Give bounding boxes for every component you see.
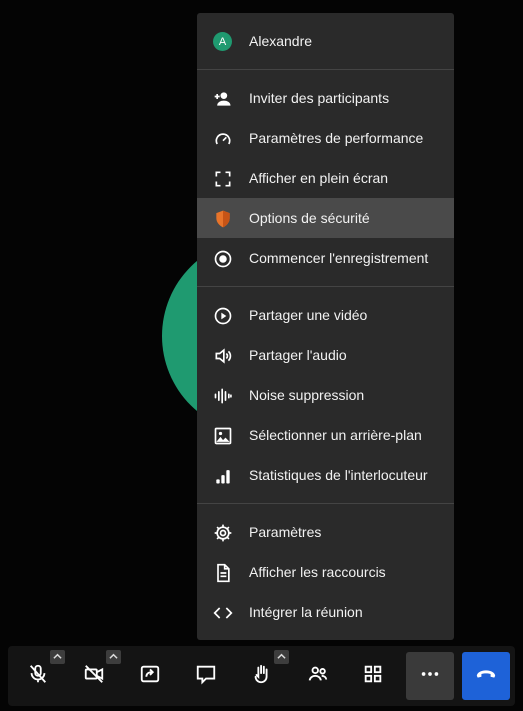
menu-item-shortcuts[interactable]: Afficher les raccourcis [197,552,454,592]
chat-icon [195,663,217,690]
chat-button[interactable] [182,652,230,700]
play-circle-icon [212,305,233,326]
signal-bars-icon [212,465,233,486]
code-icon [212,602,233,623]
menu-item-invite[interactable]: Inviter des participants [197,78,454,118]
menu-item-embed[interactable]: Intégrer la réunion [197,592,454,632]
menu-item-label: Sélectionner un arrière-plan [249,427,422,443]
reactions-toggle[interactable] [274,650,289,664]
tile-view-button[interactable] [349,652,397,700]
menu-item-label: Partager l'audio [249,347,347,363]
microphone-muted-icon [27,663,49,690]
raise-hand-icon [251,663,273,690]
chevron-up-icon [109,648,118,666]
gauge-icon [212,128,233,149]
user-avatar: A [212,31,233,52]
document-icon [212,562,233,583]
chevron-up-icon [277,648,286,666]
camera-off-icon [83,663,105,690]
menu-item-performance[interactable]: Paramètres de performance [197,118,454,158]
menu-item-background[interactable]: Sélectionner un arrière-plan [197,415,454,455]
menu-item-label: Paramètres [249,524,322,540]
more-actions-menu: A Alexandre Inviter des participants Par… [197,13,454,640]
participants-button[interactable] [294,652,342,700]
hangup-button[interactable] [462,652,510,700]
record-icon [212,248,233,269]
menu-item-label: Afficher en plein écran [249,170,389,186]
tile-view-icon [362,663,384,690]
menu-item-label: Options de sécurité [249,210,370,226]
menu-item-fullscreen[interactable]: Afficher en plein écran [197,158,454,198]
menu-item-label: Afficher les raccourcis [249,564,386,580]
menu-item-recording[interactable]: Commencer l'enregistrement [197,238,454,278]
user-avatar-initial: A [213,32,232,51]
hangup-icon [475,663,497,690]
meeting-toolbar [8,646,515,706]
menu-item-speaker-stats[interactable]: Statistiques de l'interlocuteur [197,455,454,495]
user-name: Alexandre [249,33,313,49]
menu-item-noise-suppression[interactable]: Noise suppression [197,375,454,415]
fullscreen-icon [212,168,233,189]
more-actions-button[interactable] [406,652,454,700]
shield-icon [212,208,233,229]
audio-options-toggle[interactable] [50,650,65,664]
menu-profile[interactable]: A Alexandre [197,21,454,61]
menu-item-label: Paramètres de performance [249,130,424,146]
add-person-icon [212,88,233,109]
menu-item-label: Inviter des participants [249,90,390,106]
more-icon [419,663,441,690]
video-options-toggle[interactable] [106,650,121,664]
menu-item-share-audio[interactable]: Partager l'audio [197,335,454,375]
menu-divider [197,286,454,287]
chevron-up-icon [53,648,62,666]
screen-share-button[interactable] [126,652,174,700]
screen-share-icon [139,663,161,690]
menu-divider [197,503,454,504]
menu-item-label: Statistiques de l'interlocuteur [249,467,428,483]
menu-item-share-video[interactable]: Partager une vidéo [197,295,454,335]
menu-item-settings[interactable]: Paramètres [197,512,454,552]
menu-item-label: Partager une vidéo [249,307,368,323]
speaker-icon [212,345,233,366]
menu-item-security[interactable]: Options de sécurité [197,198,454,238]
menu-item-label: Noise suppression [249,387,365,403]
menu-item-label: Intégrer la réunion [249,604,363,620]
gear-icon [212,522,233,543]
participants-icon [307,663,329,690]
image-icon [212,425,233,446]
waveform-icon [212,385,233,406]
menu-item-label: Commencer l'enregistrement [249,250,429,266]
menu-divider [197,69,454,70]
